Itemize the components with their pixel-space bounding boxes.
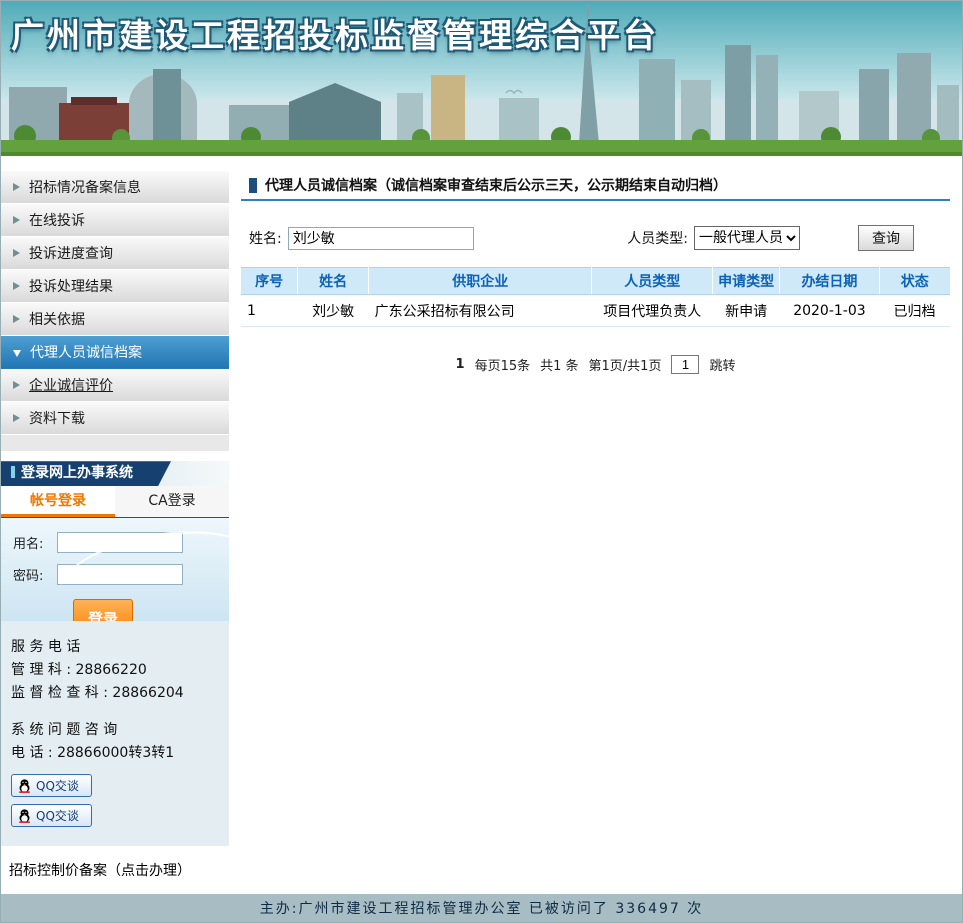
- username-field[interactable]: [57, 532, 183, 553]
- cell-company: 广东公采招标有限公司: [369, 295, 592, 327]
- qq-buttons: QQ交谈: [11, 774, 219, 834]
- sidebar-item-related-basis[interactable]: 相关依据: [1, 303, 229, 336]
- sidebar-item-complaint-progress[interactable]: 投诉进度查询: [1, 237, 229, 270]
- pagination: 1 每页15条 共1 条 第1页/共1页 跳转: [241, 355, 950, 374]
- arrow-right-icon: [13, 381, 20, 389]
- username-label: 用名:: [13, 533, 57, 552]
- cell-person-type: 项目代理负责人: [592, 295, 713, 327]
- table-header-row: 序号 姓名 供职企业 人员类型 申请类型 办结日期 状态: [241, 268, 950, 295]
- sidebar-gap: [1, 451, 229, 461]
- person-type-group: 人员类型: 一般代理人员: [627, 226, 800, 250]
- main-content: 代理人员诚信档案 （诚信档案审查结束后公示三天，公示期结束自动归档） 姓名: 人…: [229, 171, 962, 894]
- sidebar-item-complaint-result[interactable]: 投诉处理结果: [1, 270, 229, 303]
- page-title: 代理人员诚信档案: [265, 175, 377, 195]
- page-info-label: 第1页/共1页: [589, 355, 662, 374]
- col-header-finish-date: 办结日期: [780, 268, 879, 295]
- col-header-seq: 序号: [241, 268, 298, 295]
- sidebar-item-online-complaint[interactable]: 在线投诉: [1, 204, 229, 237]
- arrow-right-icon: [13, 414, 20, 422]
- query-button[interactable]: 查询: [858, 225, 914, 251]
- sidebar-item-bid-record-info[interactable]: 招标情况备案信息: [1, 171, 229, 204]
- inspection-phone: 监 督 检 查 科 : 28866204: [11, 683, 219, 704]
- jump-page-input[interactable]: [671, 355, 699, 374]
- title-marker: [249, 178, 257, 193]
- sidebar-item-enterprise-credit[interactable]: 企业诚信评价: [1, 369, 229, 402]
- arrow-right-icon: [13, 315, 20, 323]
- current-page-number[interactable]: 1: [456, 357, 465, 372]
- col-header-status: 状态: [879, 268, 950, 295]
- table-row: 1 刘少敏 广东公采招标有限公司 项目代理负责人 新申请 2020-1-03 已…: [241, 295, 950, 327]
- login-section-title: 登录网上办事系统: [1, 461, 171, 486]
- arrow-down-icon: [13, 350, 21, 357]
- cell-apply-type: 新申请: [712, 295, 779, 327]
- cell-name: 刘少敏: [298, 295, 369, 327]
- login-form: 用名: 密码: 登录 操作帮助: [1, 518, 229, 621]
- cell-finish-date: 2020-1-03: [780, 295, 879, 327]
- arrow-right-icon: [13, 249, 20, 257]
- arrow-right-icon: [13, 282, 20, 290]
- sidebar-item-download[interactable]: 资料下载: [1, 402, 229, 435]
- footer-text: 主办:广州市建设工程招标管理办公室 已被访问了 336497 次: [260, 898, 704, 918]
- qq-penguin-icon: [18, 809, 31, 823]
- tab-account-login[interactable]: 帐号登录: [1, 486, 115, 517]
- management-phone: 管 理 科 : 28866220: [11, 660, 219, 681]
- arrow-right-icon: [13, 216, 20, 224]
- arrow-right-icon: [13, 183, 20, 191]
- per-page-label: 每页15条: [475, 355, 531, 374]
- person-type-select[interactable]: 一般代理人员: [694, 226, 800, 250]
- contact-panel: 服 务 电 话 管 理 科 : 28866220 监 督 检 查 科 : 288…: [1, 621, 229, 846]
- col-header-apply-type: 申请类型: [712, 268, 779, 295]
- col-header-name: 姓名: [298, 268, 369, 295]
- sidebar-menu: 招标情况备案信息 在线投诉 投诉进度查询 投诉处理结果 相关依据: [1, 171, 229, 451]
- col-header-person-type: 人员类型: [592, 268, 713, 295]
- jump-label[interactable]: 跳转: [709, 355, 735, 374]
- col-header-company: 供职企业: [369, 268, 592, 295]
- system-question-title: 系 统 问 题 咨 询: [11, 720, 219, 741]
- page-title-note: （诚信档案审查结束后公示三天，公示期结束自动归档）: [377, 175, 727, 195]
- service-phone-title: 服 务 电 话: [11, 637, 219, 658]
- header-banner: 广州市建设工程招投标监督管理综合平台: [1, 1, 962, 156]
- search-bar: 姓名: 人员类型: 一般代理人员 查询: [241, 225, 950, 251]
- login-tabs: 帐号登录 CA登录: [1, 486, 229, 518]
- help-link[interactable]: 操作帮助: [139, 619, 191, 621]
- name-label: 姓名:: [249, 228, 282, 248]
- password-field[interactable]: [57, 564, 183, 585]
- system-question-phone: 电 话 : 28866000转3转1: [11, 743, 219, 764]
- name-input[interactable]: [288, 227, 474, 250]
- password-label: 密码:: [13, 565, 57, 584]
- qq-chat-button-2[interactable]: QQ交谈: [11, 804, 92, 827]
- person-type-label: 人员类型:: [627, 228, 688, 248]
- content-title-bar: 代理人员诚信档案 （诚信档案审查结束后公示三天，公示期结束自动归档）: [241, 171, 950, 201]
- tab-ca-login[interactable]: CA登录: [115, 486, 229, 517]
- login-section-header: 登录网上办事系统: [1, 461, 229, 486]
- sidebar-item-agent-credit-archive[interactable]: 代理人员诚信档案: [1, 336, 229, 369]
- cell-seq: 1: [241, 295, 298, 327]
- total-count-label: 共1 条: [540, 355, 578, 374]
- credit-archive-table: 序号 姓名 供职企业 人员类型 申请类型 办结日期 状态 1 刘少敏 广东公采招…: [241, 267, 950, 327]
- qq-chat-button-1[interactable]: QQ交谈: [11, 774, 92, 797]
- banner-spacer: [1, 156, 962, 171]
- footer: 主办:广州市建设工程招标管理办公室 已被访问了 336497 次: [1, 894, 962, 922]
- login-button[interactable]: 登录: [73, 599, 133, 621]
- qq-penguin-icon: [18, 779, 31, 793]
- site-title: 广州市建设工程招投标监督管理综合平台: [11, 9, 659, 57]
- sidebar: 招标情况备案信息 在线投诉 投诉进度查询 投诉处理结果 相关依据: [1, 171, 229, 894]
- price-filing-link[interactable]: 招标控制价备案（点击办理）: [1, 846, 229, 894]
- cell-status: 已归档: [879, 295, 950, 327]
- page: 广州市建设工程招投标监督管理综合平台 招标情况备案信息 在线投诉 投诉进度查询: [0, 0, 963, 923]
